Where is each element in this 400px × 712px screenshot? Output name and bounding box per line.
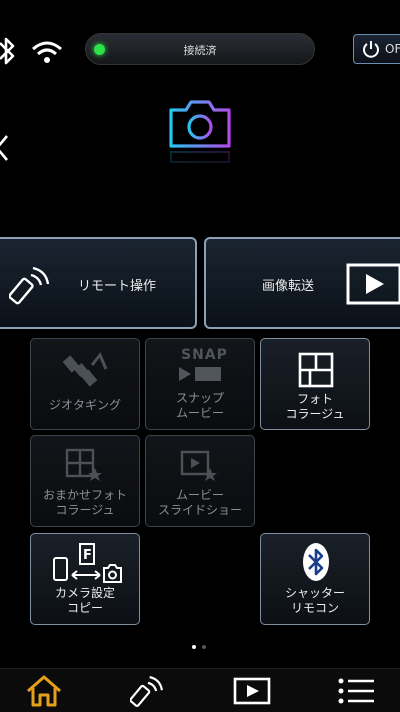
photo-collage-icon	[298, 352, 334, 388]
camera-icon	[166, 100, 234, 186]
back-chevron-icon[interactable]	[0, 134, 10, 162]
remote-icon[interactable]	[130, 673, 166, 709]
page-indicator	[190, 645, 210, 651]
play-icon[interactable]	[233, 677, 271, 705]
shutter-remote-label: シャッター リモコン	[284, 586, 345, 615]
svg-text:F: F	[83, 548, 92, 563]
remote-control-label: リモート操作	[78, 279, 157, 294]
settings-copy-icon: F	[53, 543, 122, 583]
bluetooth-icon	[0, 37, 15, 65]
movie-slideshow-tile[interactable]: ムービー スライドショー	[145, 435, 255, 527]
photo-collage-label: フォト コラージュ	[285, 392, 345, 421]
wifi-icon	[32, 41, 62, 63]
remote-icon	[9, 266, 50, 305]
page-dot	[202, 645, 206, 649]
image-transfer-button[interactable]: 画像転送	[204, 237, 400, 329]
geotagging-label: ジオタギング	[48, 398, 121, 412]
power-label: OF	[385, 42, 400, 56]
bluetooth-icon	[303, 543, 329, 581]
power-icon	[363, 41, 379, 58]
auto-collage-tile[interactable]: おまかせフォト コラージュ	[30, 435, 140, 527]
play-icon	[346, 263, 400, 305]
menu-icon[interactable]	[338, 678, 376, 704]
snap-badge: SNAP	[181, 347, 228, 363]
shutter-remote-tile[interactable]: シャッター リモコン	[260, 533, 370, 625]
slideshow-icon	[180, 450, 217, 481]
photo-collage-tile[interactable]: フォト コラージュ	[260, 338, 370, 430]
auto-collage-icon	[65, 448, 102, 481]
connection-status: 接続済	[85, 33, 315, 65]
snap-movie-icon	[179, 367, 221, 381]
satellite-icon	[62, 352, 108, 387]
remote-control-button[interactable]: リモート操作	[0, 237, 197, 329]
bottom-navigation	[0, 668, 400, 712]
snap-movie-tile[interactable]: SNAP スナップ ムービー	[145, 338, 255, 430]
movie-slideshow-label: ムービー スライドショー	[157, 488, 242, 517]
page-dot-active	[192, 645, 196, 649]
auto-collage-label: おまかせフォト コラージュ	[42, 488, 127, 517]
connection-label: 接続済	[183, 44, 217, 57]
image-transfer-label: 画像転送	[262, 279, 315, 294]
camera-settings-copy-tile[interactable]: F カメラ設定 コピー	[30, 533, 140, 625]
power-button[interactable]: OF	[353, 34, 400, 64]
camera-settings-copy-label: カメラ設定 コピー	[54, 586, 115, 615]
geotagging-tile[interactable]: ジオタギング	[30, 338, 140, 430]
snap-movie-label: スナップ ムービー	[175, 391, 224, 420]
home-icon[interactable]	[26, 674, 62, 708]
